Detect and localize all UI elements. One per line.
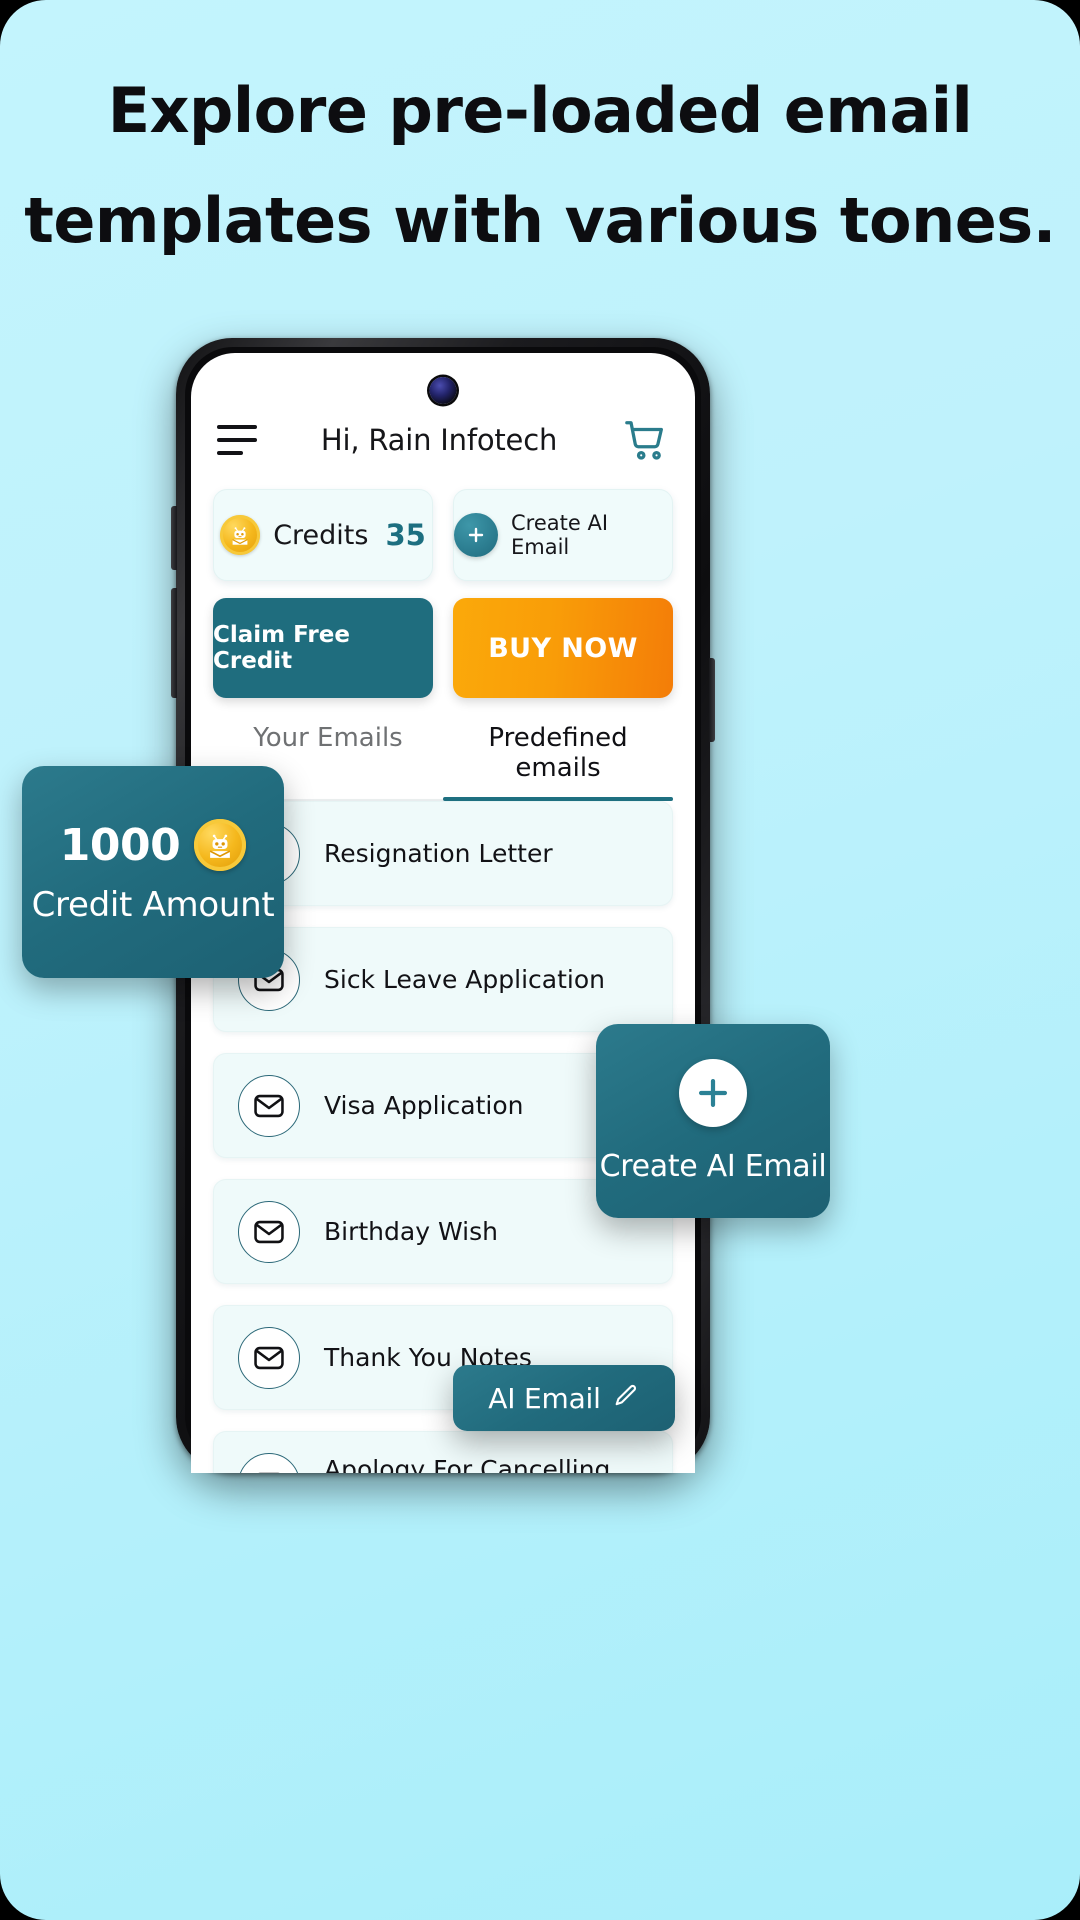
page-title: Hi, Rain Infotech [320,423,558,457]
phone-power-button[interactable] [709,658,715,742]
email-template-name: Resignation Letter [324,839,553,868]
headline-line-1: Explore pre-loaded email [107,74,973,147]
callout-ai-email: AI Email [453,1365,675,1431]
hamburger-line [217,425,257,429]
envelope-icon [238,1074,300,1137]
callout-credit-amount: 1000 Credit Amount [22,766,284,978]
credits-value: 35 [385,518,426,552]
create-ai-email-label: Create AI Email [511,511,609,559]
email-template-name: Apology For Cancelling Event [324,1454,611,1474]
tab-predefined-emails[interactable]: Predefined emails [443,723,673,801]
cta-button-row: Claim Free Credit BUY NOW [213,598,673,698]
callout-credit-amount-value: 1000 [59,819,181,871]
buy-now-button[interactable]: BUY NOW [453,598,673,698]
ai-robot-coin-icon [220,515,261,555]
callout-create-ai-email: Create AI Email [596,1024,830,1218]
promo-headline: Explore pre-loaded email templates with … [0,56,1080,277]
credits-label: Credits [273,519,369,551]
email-template-name: Visa Application [324,1091,524,1120]
email-template-name: Sick Leave Application [324,965,605,994]
credits-card[interactable]: Credits 35 [213,489,433,581]
shopping-cart-icon[interactable] [623,417,669,463]
callout-credit-label: Credit Amount [31,885,275,925]
promo-canvas: Explore pre-loaded email templates with … [0,0,1080,1920]
callout-create-ai-email-label: Create AI Email [599,1148,827,1184]
hamburger-line [217,438,257,442]
callout-ai-email-label: AI Email [488,1381,601,1415]
phone-volume-down-button[interactable] [171,588,177,698]
phone-volume-up-button[interactable] [171,506,177,570]
claim-free-credit-button[interactable]: Claim Free Credit [213,598,433,698]
front-camera-punch-hole [429,377,457,404]
envelope-icon [238,1452,300,1473]
envelope-icon [238,1326,300,1389]
list-item[interactable]: Apology For Cancelling Event [213,1431,673,1473]
envelope-icon [238,1200,300,1263]
plus-icon [454,513,498,557]
top-cards-row: Credits 35 Create AI Email [213,489,673,581]
hamburger-line [217,451,243,455]
create-ai-email-card[interactable]: Create AI Email [453,489,673,581]
email-template-name: Birthday Wish [324,1217,498,1246]
headline-line-2: templates with various tones. [24,184,1056,258]
ai-robot-coin-icon [194,819,247,871]
callout-credit-top-line: 1000 [59,819,247,871]
plus-icon [679,1058,747,1127]
pencil-edit-icon [612,1382,640,1414]
app-header: Hi, Rain Infotech [191,407,695,473]
